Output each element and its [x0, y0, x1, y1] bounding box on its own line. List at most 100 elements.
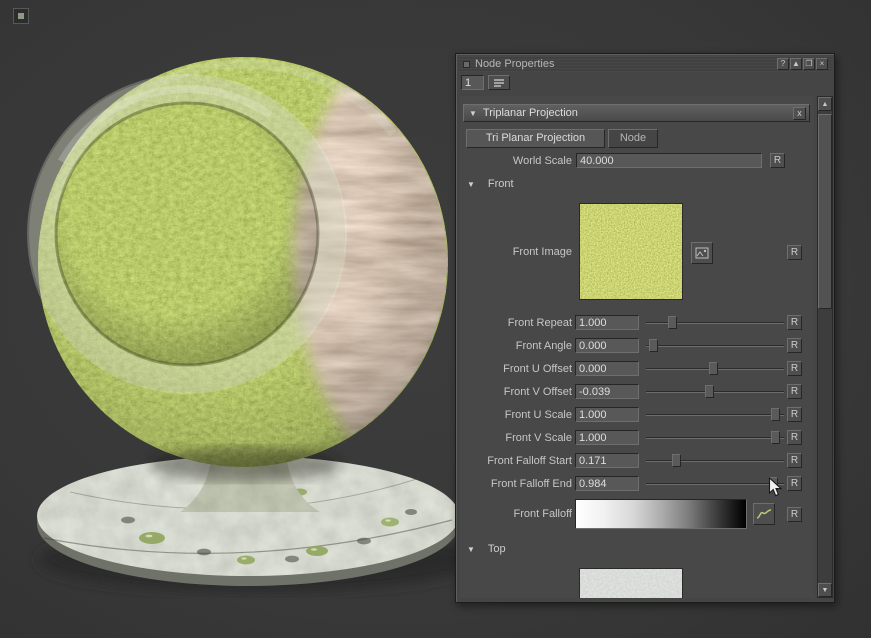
param-row-front-repeat: Front Repeat R	[460, 315, 814, 333]
window-toolbar	[461, 75, 510, 91]
front-falloff-gradient[interactable]	[575, 499, 747, 529]
remove-node-button[interactable]: x	[793, 107, 806, 120]
param-value-input[interactable]	[575, 453, 639, 468]
param-slider[interactable]	[646, 453, 784, 470]
param-slider[interactable]	[646, 338, 784, 355]
help-button[interactable]: ?	[777, 58, 789, 70]
world-scale-reset-button[interactable]: R	[770, 153, 785, 168]
slider-handle[interactable]	[649, 339, 658, 352]
curve-icon	[756, 508, 772, 520]
slider-track[interactable]	[646, 414, 784, 416]
list-icon	[493, 78, 505, 88]
section-front-label: Front	[488, 178, 514, 190]
reset-button[interactable]: R	[787, 384, 802, 399]
restore-button[interactable]: ❐	[803, 58, 815, 70]
top-image-thumbnail[interactable]	[579, 568, 683, 598]
scroll-up-button[interactable]: ▲	[818, 97, 832, 111]
param-label: Front U Scale	[460, 409, 572, 421]
slider-track[interactable]	[646, 391, 784, 393]
slider-track[interactable]	[646, 345, 784, 347]
slider-track[interactable]	[646, 483, 784, 485]
section-front[interactable]: ▼ Front	[467, 178, 514, 190]
reset-button[interactable]: R	[787, 315, 802, 330]
image-load-button[interactable]	[691, 242, 713, 264]
window-title: Node Properties	[475, 58, 555, 70]
reset-button[interactable]: R	[787, 476, 802, 491]
section-top[interactable]: ▼ Top	[467, 543, 506, 555]
param-value-input[interactable]	[575, 407, 639, 422]
front-falloff-label: Front Falloff	[460, 508, 572, 520]
material-preview-render	[0, 0, 480, 638]
param-label: Front Falloff End	[460, 478, 572, 490]
scrollbar-thumb[interactable]	[818, 114, 832, 309]
front-falloff-reset-button[interactable]: R	[787, 507, 802, 522]
param-row-front-u-scale: Front U Scale R	[460, 407, 814, 425]
reset-button[interactable]: R	[787, 407, 802, 422]
param-label: Front Angle	[460, 340, 572, 352]
param-value-input[interactable]	[575, 315, 639, 330]
front-image-reset-button[interactable]: R	[787, 245, 802, 260]
param-slider[interactable]	[646, 407, 784, 424]
param-row-front-angle: Front Angle R	[460, 338, 814, 356]
window-titlebar[interactable]: Node Properties ? ▲ ❐ ×	[458, 56, 832, 72]
param-value-input[interactable]	[575, 430, 639, 445]
node-properties-window: Node Properties ? ▲ ❐ × ▼ Triplanar Proj…	[455, 53, 835, 603]
param-row-front-v-scale: Front V Scale R	[460, 430, 814, 448]
param-slider[interactable]	[646, 476, 784, 493]
param-slider[interactable]	[646, 315, 784, 332]
slider-handle[interactable]	[709, 362, 718, 375]
param-slider[interactable]	[646, 430, 784, 447]
node-properties-panel: ▼ Triplanar Projection x Tri Planar Proj…	[460, 96, 814, 598]
node-header[interactable]: ▼ Triplanar Projection x	[463, 104, 810, 122]
slider-handle[interactable]	[705, 385, 714, 398]
param-label: Front V Offset	[460, 386, 572, 398]
param-slider[interactable]	[646, 361, 784, 378]
param-row-front-v-offset: Front V Offset R	[460, 384, 814, 402]
tab-triplanar-projection[interactable]: Tri Planar Projection	[466, 129, 605, 148]
param-label: Front Falloff Start	[460, 455, 572, 467]
contact-shadow	[150, 447, 340, 481]
slider-handle[interactable]	[668, 316, 677, 329]
slider-track[interactable]	[646, 460, 784, 462]
scroll-down-button[interactable]: ▼	[818, 583, 832, 597]
param-slider[interactable]	[646, 384, 784, 401]
section-top-label: Top	[488, 543, 506, 555]
reset-button[interactable]: R	[787, 361, 802, 376]
front-image-thumbnail[interactable]	[579, 203, 683, 300]
slider-handle[interactable]	[672, 454, 681, 467]
world-scale-input[interactable]	[576, 153, 762, 168]
panel-scrollbar[interactable]: ▲ ▼	[817, 96, 833, 598]
node-title: Triplanar Projection	[483, 107, 578, 119]
collapse-front-icon[interactable]: ▼	[467, 180, 475, 189]
front-image-label: Front Image	[460, 246, 572, 258]
slider-handle[interactable]	[771, 431, 780, 444]
param-row-front-falloff-start: Front Falloff Start R	[460, 453, 814, 471]
rollup-button[interactable]: ▲	[790, 58, 802, 70]
application-screen: Node Properties ? ▲ ❐ × ▼ Triplanar Proj…	[0, 0, 871, 638]
world-scale-label: World Scale	[460, 155, 572, 167]
material-sphere	[0, 10, 480, 504]
tab-node[interactable]: Node	[608, 129, 658, 148]
slider-track[interactable]	[646, 437, 784, 439]
slider-handle[interactable]	[771, 408, 780, 421]
param-value-input[interactable]	[575, 338, 639, 353]
close-button[interactable]: ×	[816, 58, 828, 70]
edit-options-button[interactable]	[488, 75, 510, 90]
window-title-icon	[463, 61, 470, 68]
world-scale-row: World Scale R	[460, 153, 814, 171]
param-value-input[interactable]	[575, 476, 639, 491]
slider-track[interactable]	[646, 322, 784, 324]
slider-handle[interactable]	[769, 477, 778, 490]
reset-button[interactable]: R	[787, 430, 802, 445]
reset-button[interactable]: R	[787, 338, 802, 353]
param-value-input[interactable]	[575, 384, 639, 399]
collapse-top-icon[interactable]: ▼	[467, 545, 475, 554]
param-row-front-falloff-end: Front Falloff End R	[460, 476, 814, 494]
reset-button[interactable]: R	[787, 453, 802, 468]
node-index-input[interactable]	[461, 75, 484, 90]
param-row-front-u-offset: Front U Offset R	[460, 361, 814, 379]
collapse-node-icon[interactable]: ▼	[469, 109, 477, 118]
image-icon	[695, 247, 709, 259]
falloff-curve-button[interactable]	[753, 503, 775, 525]
param-value-input[interactable]	[575, 361, 639, 376]
